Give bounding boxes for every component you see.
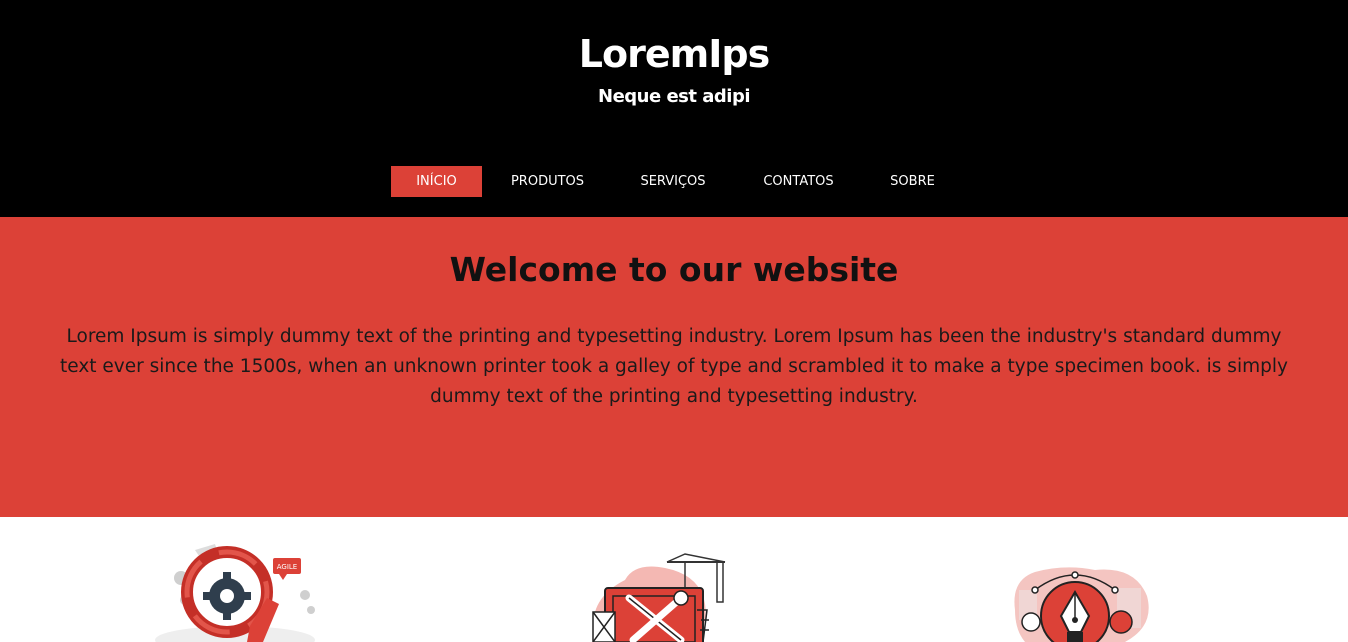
nav-item-inicio[interactable]: INÍCIO [391,166,482,197]
agile-gear-illustration: AGILE [155,540,325,642]
nav-item-contatos[interactable]: CONTATOS [733,166,864,197]
main-nav: INÍCIO PRODUTOS SERVIÇOS CONTATOS SOBRE [391,166,961,197]
nav-item-servicos[interactable]: SERVIÇOS [613,166,733,197]
site-title[interactable]: LoremIps [0,28,1348,80]
pen-tool-design-illustration [1005,540,1175,642]
hero-section: Welcome to our website Lorem Ipsum is si… [0,217,1348,517]
nav-item-sobre[interactable]: SOBRE [864,166,961,197]
nav-item-produtos[interactable]: PRODUTOS [482,166,613,197]
site-header: LoremIps Neque est adipi INÍCIO PRODUTOS… [0,0,1348,217]
hero-title: Welcome to our website [449,250,899,289]
site-subtitle: Neque est adipi [598,86,751,107]
agile-badge: AGILE [277,563,297,571]
hero-text: Lorem Ipsum is simply dummy text of the … [60,326,1288,407]
tools-crane-illustration [585,540,755,642]
